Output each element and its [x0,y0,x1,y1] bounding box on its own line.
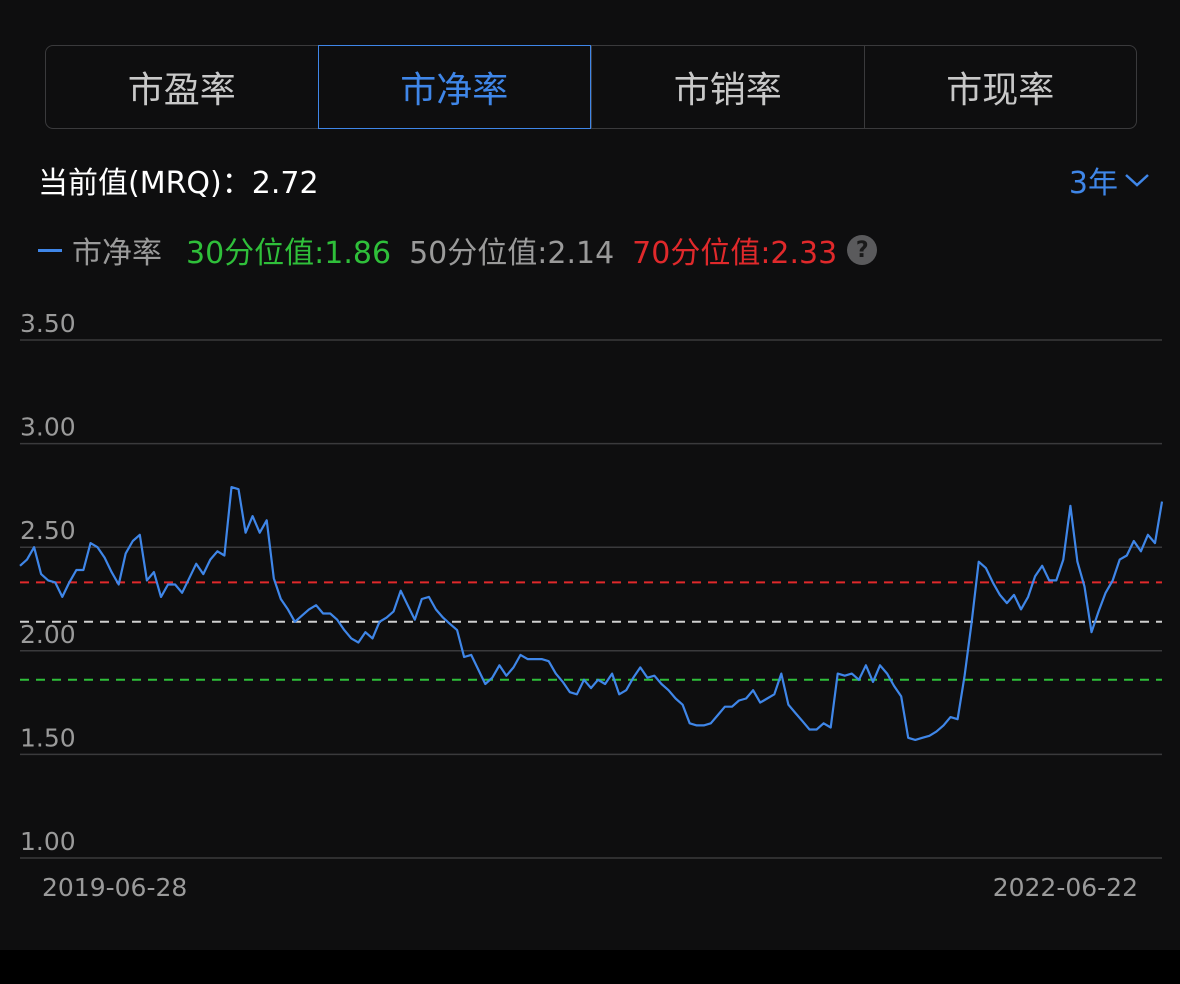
legend-q70: 70分位值:2.33 [632,236,838,271]
legend-series-swatch [38,248,62,252]
tab-pe[interactable]: 市盈率 [46,46,318,128]
y-tick-label: 1.50 [20,723,76,752]
valuation-panel: 市盈率 市净率 市销率 市现率 当前值(MRQ)：2.72 3年 市净率 30分… [0,0,1180,950]
y-tick-label: 3.50 [20,309,76,338]
pb-line-chart: 3.50 3.00 2.50 2.00 1.50 1.00 2019-06-28 2022-… [19,309,1164,902]
legend: 市净率 30分位值:1.86 50分位值:2.14 70分位值:2.33 ? [38,228,878,272]
legend-q50: 50分位值:2.14 [409,236,615,271]
y-tick-label: 1.00 [20,827,76,856]
range-selector[interactable]: 3年 [1069,158,1150,202]
metric-tabs: 市盈率 市净率 市销率 市现率 [45,45,1137,129]
y-tick-label: 3.00 [20,413,76,442]
legend-q30: 30分位值:1.86 [186,236,392,271]
chevron-down-icon [1125,174,1149,187]
x-end-label: 2022-06-22 [993,873,1138,902]
y-tick-label: 2.00 [20,620,76,649]
tab-ps[interactable]: 市销率 [591,46,864,128]
current-value: 当前值(MRQ)：2.72 [38,166,319,201]
range-label: 3年 [1068,166,1118,201]
series-line [19,486,1164,741]
legend-series-name: 市净率 [72,236,162,271]
y-tick-label: 2.50 [20,516,76,545]
help-icon[interactable]: ? [847,235,878,265]
tab-pb[interactable]: 市净率 [317,45,591,129]
tab-pcf[interactable]: 市现率 [863,46,1137,128]
x-start-label: 2019-06-28 [42,873,187,902]
